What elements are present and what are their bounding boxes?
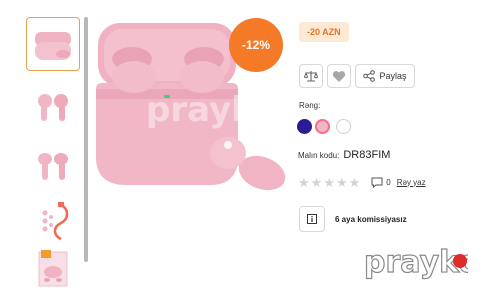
favorite-button[interactable] xyxy=(327,64,351,88)
star-icon[interactable]: ★ xyxy=(349,176,361,189)
svg-text:prayk: prayk xyxy=(146,90,255,130)
thumbnail-list xyxy=(26,17,80,294)
watermark-text: prayko xyxy=(364,245,468,280)
product-code-row: Malın kodu: DR83FIM xyxy=(298,149,390,161)
share-label: Paylaş xyxy=(379,71,407,81)
rating-row: ★ ★ ★ ★ ★ 0 Rəy yaz xyxy=(298,175,426,189)
product-code-label: Malın kodu: xyxy=(298,151,340,160)
product-code-value: DR83FIM xyxy=(343,149,391,161)
color-swatch-white[interactable] xyxy=(336,119,351,134)
compare-button[interactable] xyxy=(299,64,323,88)
thumbnail-earbuds-side[interactable] xyxy=(26,140,80,194)
thumbnail-scrollbar[interactable] xyxy=(84,17,88,262)
share-icon xyxy=(363,70,376,82)
thumbnail-case-open[interactable] xyxy=(26,17,80,71)
write-review-link[interactable]: Rəy yaz xyxy=(397,178,426,187)
star-icon[interactable]: ★ xyxy=(311,176,323,189)
star-icon[interactable]: ★ xyxy=(323,176,335,189)
color-swatch-pink-selected[interactable] xyxy=(315,119,330,134)
share-button[interactable]: Paylaş xyxy=(355,64,415,88)
thumbnail-earbuds-pair[interactable] xyxy=(26,80,80,134)
heart-icon xyxy=(332,70,346,82)
installment-text: 6 aya komissiyasız xyxy=(335,214,407,224)
comment-count: 0 xyxy=(386,177,391,187)
compare-scale-icon xyxy=(304,71,318,82)
discount-percent-badge: -12% xyxy=(229,18,283,72)
color-swatch-navy[interactable] xyxy=(297,119,312,134)
comment-icon xyxy=(371,177,383,188)
discount-amount-badge: -20 AZN xyxy=(299,22,349,42)
info-icon[interactable] xyxy=(299,206,325,232)
installment-info: 6 aya komissiyasız xyxy=(299,206,407,232)
star-icon[interactable]: ★ xyxy=(298,176,310,189)
star-icon[interactable]: ★ xyxy=(336,176,348,189)
color-label: Rəng: xyxy=(299,101,321,110)
thumbnail-retail-box[interactable] xyxy=(26,239,80,293)
watermark-logo: prayko xyxy=(363,244,479,280)
